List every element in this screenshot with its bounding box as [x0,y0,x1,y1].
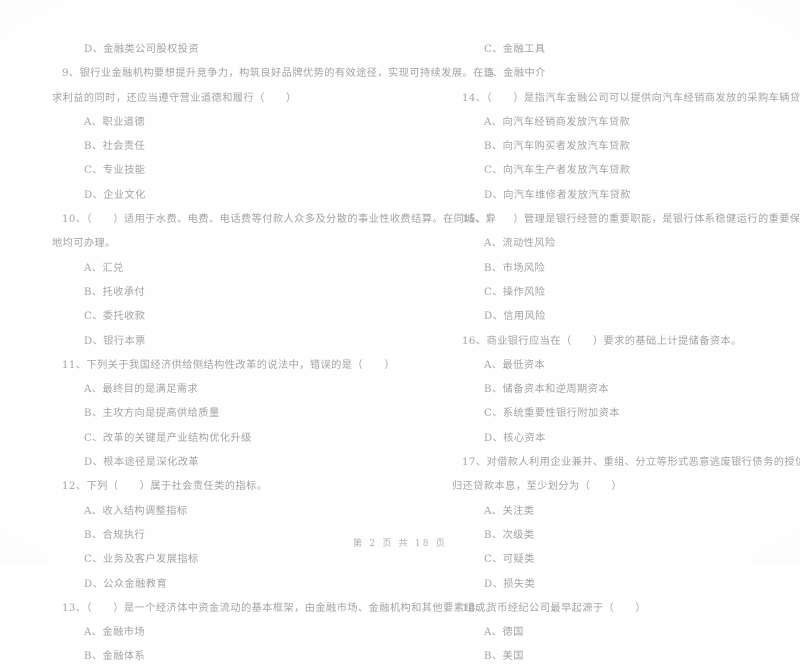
answer-option-line: B、美国 [484,651,524,663]
answer-option-line: C、可疑类 [484,554,535,566]
question-stem-line: 11、下列关于我国经济供给侧结构性改革的说法中，错误的是（ ） [62,359,395,371]
question-stem-line: 10、（ ）适用于水费、电费、电话费等付款人众多及分散的事业性收费结算。在同城、… [62,214,497,226]
answer-option-line: A、德国 [484,627,524,639]
answer-option-line: D、根本途径是深化改革 [84,457,199,469]
question-stem-continuation-line: 归还贷款本息，至少划分为（ ） [452,481,623,493]
answer-option-line: C、改革的关键是产业结构优化升级 [84,432,252,444]
answer-option-line: B、市场风险 [484,262,546,274]
question-stem-line: 12、下列（ ）属于社会责任类的指标。 [62,481,268,493]
question-stem-continuation-line: 求利益的同时，还应当遵守营业道德和履行（ ） [52,92,297,104]
answer-option-line: A、流动性风险 [484,238,556,250]
question-stem-line: 16、商业银行应当在（ ）要求的基础上计提储备资本。 [462,335,742,347]
answer-option-line: C、金融工具 [484,44,546,55]
answer-option-line: B、储备资本和逆周期资本 [484,384,609,396]
answer-option-line: C、向汽车生产者发放汽车贷款 [484,165,631,177]
question-stem-line: 9、银行业金融机构要想提升竞争力，构筑良好品牌优势的有效途径，实现可持续发展。在… [62,68,495,80]
answer-option-line: C、委托收款 [84,311,146,323]
answer-option-line: A、收入结构调整指标 [84,505,188,517]
answer-option-line: A、向汽车经销商发放汽车贷款 [484,116,631,128]
two-column-layout: D、金融类公司股权投资 9、银行业金融机构要想提升竞争力，构筑良好品牌优势的有效途… [0,0,800,662]
answer-option-line: A、职业道德 [84,116,145,128]
answer-option-line: C、专业技能 [84,165,146,177]
answer-option-line: A、汇兑 [84,262,124,274]
answer-option-line: D、金融中介 [484,68,546,80]
answer-option-line: C、系统重要性银行附加资本 [484,408,620,420]
answer-option-line: B、金融体系 [84,651,146,663]
answer-option-line: B、托收承付 [84,286,146,298]
question-stem-line: 15、（ ）管理是银行经营的重要职能，是银行体系稳健运行的重要保障。 [462,214,800,226]
answer-option-line: D、核心资本 [484,432,546,444]
answer-option-line: D、金融类公司股权投资 [84,44,199,55]
answer-option-line: D、公众金融教育 [84,578,168,590]
answer-option-line: B、主攻方向是提高供给质量 [84,408,220,420]
answer-option-line: A、最低资本 [484,359,545,371]
answer-option-line: D、向汽车维修者发放汽车贷款 [484,189,631,201]
question-stem-line: 17、对借款人利用企业兼并、重组、分立等形式恶意逃废银行债务的授信余额，如没有逾… [462,457,800,469]
answer-option-line: D、银行本票 [84,335,146,347]
answer-option-line: D、信用风险 [484,311,546,323]
answer-option-line: C、业务及客户发展指标 [84,554,199,566]
right-text-column: C、金融工具 D、金融中介 14、（ ）是指汽车金融公司可以提供向汽车经销商发放的采… [400,0,800,662]
answer-option-line: A、最终目的是满足需求 [84,384,199,396]
question-stem-line: 18、货币经纪公司最早起源于（ ） [462,602,647,614]
answer-option-line: C、操作风险 [484,286,546,298]
answer-option-line: B、向汽车购买者发放汽车贷款 [484,141,631,153]
answer-option-line: D、企业文化 [84,189,146,201]
question-stem-line: 14、（ ）是指汽车金融公司可以提供向汽车经销商发放的采购车辆贷款和营运设备贷款… [462,92,800,104]
answer-option-line: D、损失类 [484,578,536,590]
answer-option-line: A、金融市场 [84,627,145,639]
answer-option-line: A、关注类 [484,505,535,517]
document-page: D、金融类公司股权投资 9、银行业金融机构要想提升竞争力，构筑良好品牌优势的有效途… [0,0,800,662]
page-footer: 第 2 页 共 18 页 [353,539,447,549]
question-stem-line: 13、（ ）是一个经济体中资金流动的基本框架，由金融市场、金融机构和其他要素组成… [62,602,497,614]
left-text-column: D、金融类公司股权投资 9、银行业金融机构要想提升竞争力，构筑良好品牌优势的有效途… [0,0,497,662]
question-stem-continuation-line: 地均可办理。 [52,238,116,250]
answer-option-line: B、社会责任 [84,141,146,153]
